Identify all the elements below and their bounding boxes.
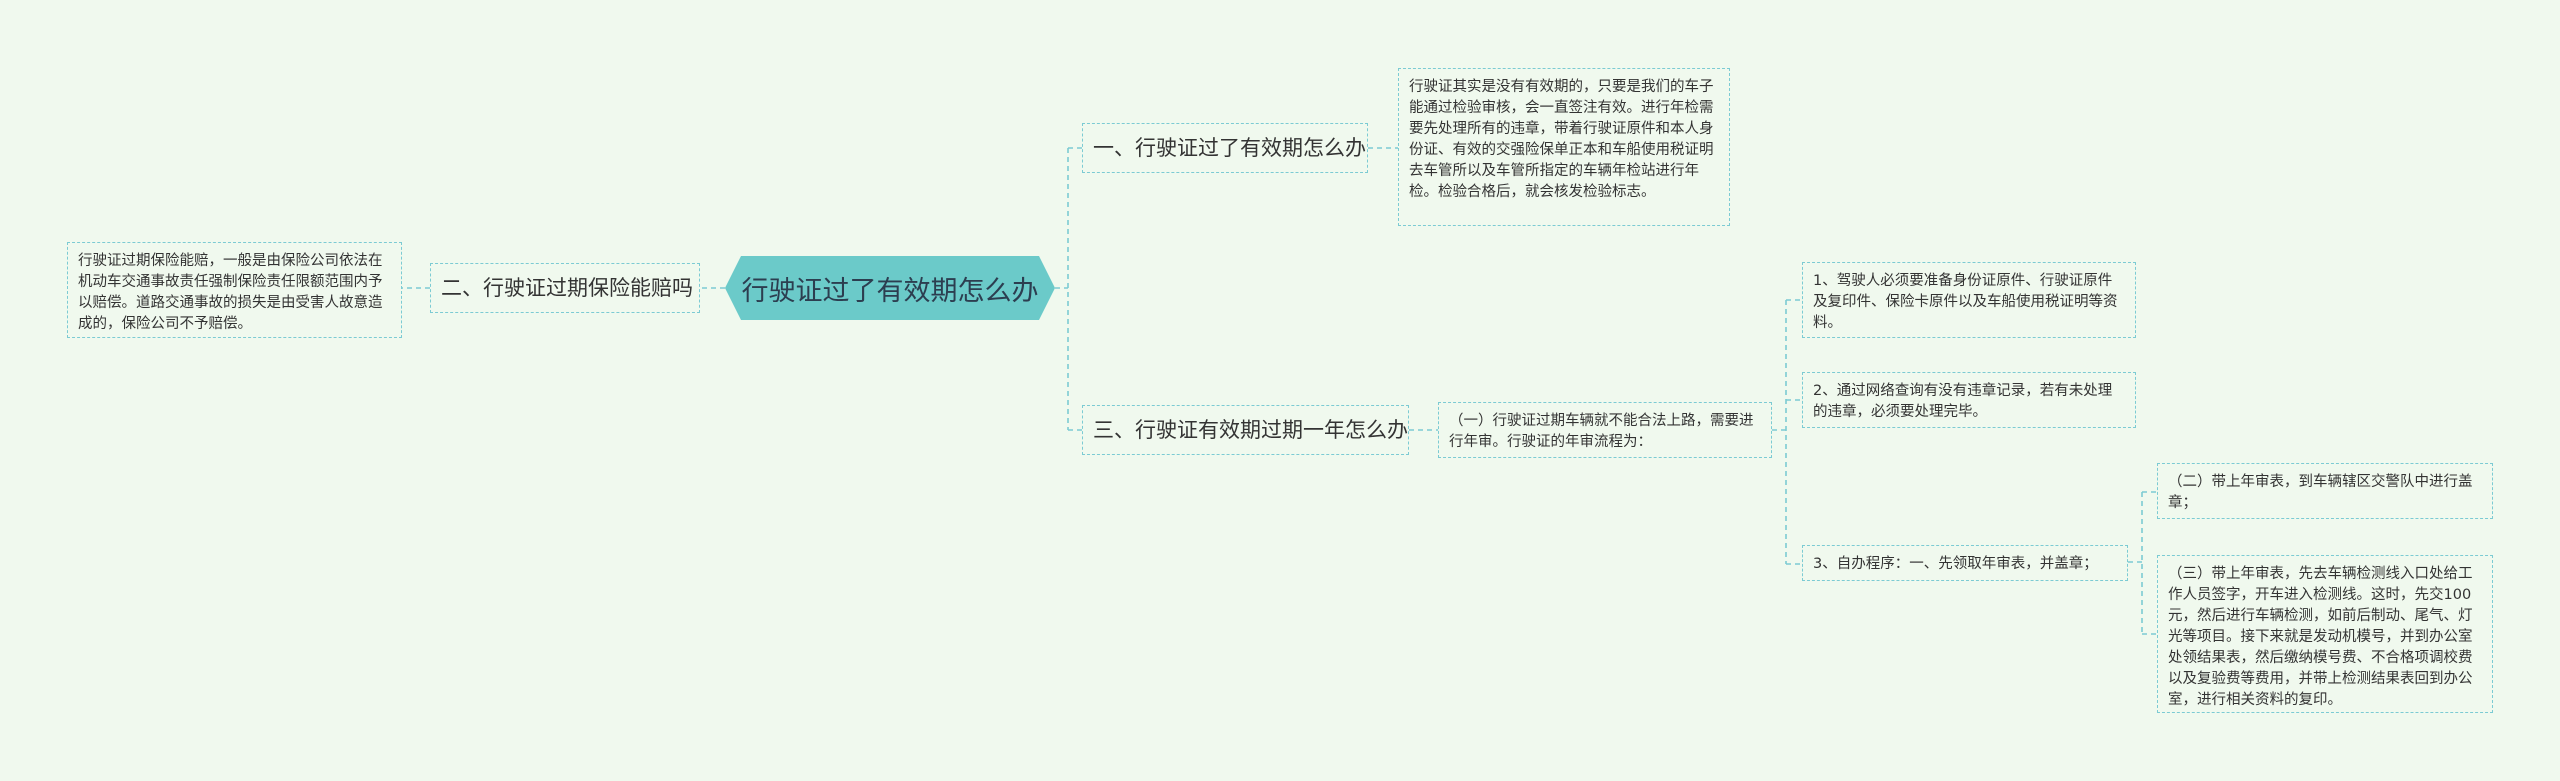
branch-node-1[interactable]: 一、行驶证过了有效期怎么办 <box>1082 123 1368 173</box>
branch-3-sub-1: （一）行驶证过期车辆就不能合法上路，需要进行年审。行驶证的年审流程为： <box>1438 402 1772 458</box>
root-node[interactable]: 行驶证过了有效期怎么办 <box>725 256 1055 320</box>
branch-3-item-3-step-3: （三）带上年审表，先去车辆检测线入口处给工作人员签字，开车进入检测线。这时，先交… <box>2157 555 2493 713</box>
branch-3-item-1: 1、驾驶人必须要准备身份证原件、行驶证原件及复印件、保险卡原件以及车船使用税证明… <box>1802 262 2136 338</box>
branch-2-detail: 行驶证过期保险能赔，一般是由保险公司依法在机动车交通事故责任强制保险责任限额范围… <box>67 242 402 338</box>
branch-3-item-2: 2、通过网络查询有没有违章记录，若有未处理的违章，必须要处理完毕。 <box>1802 372 2136 428</box>
branch-3-item-3: 3、自办程序：一、先领取年审表，并盖章； <box>1802 545 2128 581</box>
branch-1-detail: 行驶证其实是没有有效期的，只要是我们的车子能通过检验审核，会一直签注有效。进行年… <box>1398 68 1730 226</box>
branch-node-3[interactable]: 三、行驶证有效期过期一年怎么办 <box>1082 405 1409 455</box>
branch-node-2[interactable]: 二、行驶证过期保险能赔吗 <box>430 263 700 313</box>
branch-3-item-3-step-2: （二）带上年审表，到车辆辖区交警队中进行盖章； <box>2157 463 2493 519</box>
